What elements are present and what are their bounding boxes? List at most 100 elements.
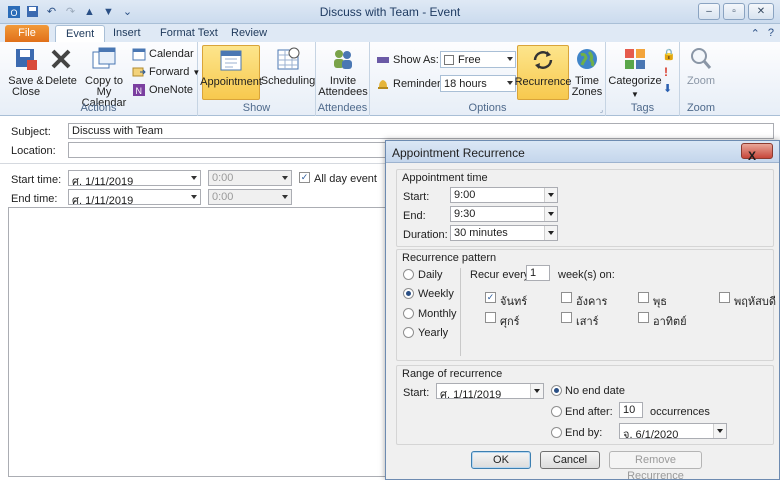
tab-event[interactable]: Event: [55, 25, 106, 42]
start-label: Start:: [403, 191, 430, 203]
end-after-input[interactable]: 10: [619, 402, 643, 418]
window-title: Discuss with Team - Event: [319, 5, 461, 19]
end-after-label: End after:: [565, 406, 613, 418]
start-time-picker[interactable]: 0:00: [208, 170, 292, 186]
ribbon-tabs: File Event Insert Format Text Review ⌃ ?: [0, 24, 780, 42]
checkbox-day-wednesday[interactable]: [638, 292, 649, 303]
notes-area[interactable]: [8, 207, 388, 477]
day-label-friday: ศุกร์: [500, 316, 520, 328]
bell-icon: [378, 80, 388, 89]
range-start-combo[interactable]: ศ. 1/11/2019: [436, 383, 544, 401]
end-by-label: End by:: [565, 427, 603, 439]
people-icon: [329, 45, 357, 73]
minimize-ribbon-icon[interactable]: ⌃: [751, 27, 760, 40]
day-label-sunday: อาทิตย์: [653, 316, 687, 328]
low-importance-icon[interactable]: ⬇: [663, 82, 672, 95]
help-icon[interactable]: ?: [768, 27, 774, 40]
radio-monthly[interactable]: [403, 308, 414, 319]
range-of-recurrence-group: Range of recurrence Start: ศ. 1/11/2019 …: [396, 365, 774, 445]
daily-label: Daily: [418, 269, 443, 281]
duration-combo[interactable]: 30 minutes: [450, 225, 558, 241]
group-label-zoom: Zoom: [686, 102, 716, 114]
dialog-title: Appointment Recurrence: [392, 146, 525, 160]
group-label-actions: Actions: [80, 102, 117, 114]
scheduling-icon: [274, 45, 302, 73]
globe-icon: [573, 45, 601, 73]
categorize-button[interactable]: Categorize ▼: [608, 45, 662, 100]
scheduling-button[interactable]: Scheduling: [261, 45, 315, 87]
dialog-launcher-icon[interactable]: ⌟: [600, 106, 603, 114]
tab-file[interactable]: File: [5, 25, 49, 42]
ok-button[interactable]: OK: [471, 451, 531, 469]
appointment-recurrence-dialog: Appointment Recurrence X Appointment tim…: [385, 140, 780, 480]
calendar-button[interactable]: Calendar: [132, 46, 194, 62]
maximize-button[interactable]: ▫: [723, 3, 745, 20]
end-time-picker[interactable]: 0:00: [208, 189, 292, 205]
radio-end-after[interactable]: [551, 406, 562, 417]
copy-to-calendar-button[interactable]: Copy to My Calendar: [79, 45, 129, 109]
chevron-down-icon: [713, 424, 726, 438]
start-date-picker[interactable]: ศ. 1/11/2019: [68, 170, 201, 186]
radio-daily[interactable]: [403, 269, 414, 280]
appointment-button[interactable]: Appointment: [200, 45, 262, 100]
dialog-title-bar: Appointment Recurrence X: [386, 141, 779, 163]
tab-review[interactable]: Review: [221, 25, 277, 42]
show-as-icon: [377, 57, 389, 63]
end-time-combo[interactable]: 9:30: [450, 206, 558, 222]
svg-text:N: N: [136, 86, 143, 96]
zoom-button[interactable]: Zoom: [684, 45, 718, 87]
cancel-button[interactable]: Cancel: [540, 451, 600, 469]
onenote-icon: N: [133, 84, 145, 96]
group-options: Show As: Free Reminder: 18 hours Recurre…: [370, 42, 606, 116]
location-input[interactable]: [68, 142, 386, 158]
checkbox-day-friday[interactable]: [485, 312, 496, 323]
radio-yearly[interactable]: [403, 327, 414, 338]
start-time-combo[interactable]: 9:00: [450, 187, 558, 203]
save-close-button[interactable]: Save & Close: [8, 45, 44, 98]
lock-icon[interactable]: 🔒: [662, 48, 676, 61]
all-day-label: All day event: [314, 173, 377, 185]
checkbox-day-tuesday[interactable]: [561, 292, 572, 303]
chevron-down-icon: [507, 81, 513, 85]
occurrences-label: occurrences: [650, 406, 710, 418]
checkbox-day-thursday[interactable]: [719, 292, 730, 303]
minimize-button[interactable]: –: [698, 3, 720, 20]
forward-button[interactable]: Forward ▼: [132, 64, 200, 80]
group-label-tags: Tags: [630, 102, 655, 114]
close-window-button[interactable]: ✕: [748, 3, 774, 20]
subject-input[interactable]: Discuss with Team: [68, 123, 774, 139]
group-actions: Save & Close Delete Copy to My Calendar …: [0, 42, 200, 116]
ribbon: Save & Close Delete Copy to My Calendar …: [0, 42, 780, 116]
radio-end-by[interactable]: [551, 427, 562, 438]
invite-attendees-button[interactable]: Invite Attendees: [318, 45, 368, 98]
reminder-dropdown[interactable]: 18 hours: [440, 75, 516, 92]
day-label-tuesday: อังคาร: [576, 296, 608, 308]
recurrence-button[interactable]: Recurrence: [515, 45, 571, 100]
show-as-dropdown[interactable]: Free: [440, 51, 516, 68]
checkbox-day-sunday[interactable]: [638, 312, 649, 323]
onenote-button[interactable]: N OneNote: [132, 82, 193, 98]
end-date-picker[interactable]: ศ. 1/11/2019: [68, 189, 201, 205]
end-by-combo[interactable]: จ. 6/1/2020: [619, 423, 727, 441]
time-zones-button[interactable]: Time Zones: [571, 45, 603, 98]
recur-every-input[interactable]: 1: [526, 265, 550, 281]
chevron-down-icon: [279, 190, 291, 204]
radio-weekly[interactable]: [403, 288, 414, 299]
dialog-close-button[interactable]: X: [741, 143, 773, 163]
all-day-checkbox[interactable]: ✓: [299, 172, 310, 183]
checkbox-day-monday[interactable]: ✓: [485, 292, 496, 303]
calendar-icon: [132, 48, 146, 61]
checkbox-day-saturday[interactable]: [561, 312, 572, 323]
tab-insert[interactable]: Insert: [103, 25, 151, 42]
yearly-label: Yearly: [418, 327, 449, 339]
chevron-down-icon: [188, 171, 200, 185]
group-label-show: Show: [242, 102, 271, 114]
group-attendees: Invite Attendees Attendees: [316, 42, 370, 116]
radio-no-end-date[interactable]: [551, 385, 562, 396]
tab-format-text[interactable]: Format Text: [150, 25, 228, 42]
reminder-label: Reminder:: [376, 76, 444, 92]
delete-button[interactable]: Delete: [45, 45, 77, 87]
remove-recurrence-button[interactable]: Remove Recurrence: [609, 451, 702, 480]
forward-icon: [132, 67, 146, 77]
high-importance-icon[interactable]: !: [664, 65, 668, 79]
